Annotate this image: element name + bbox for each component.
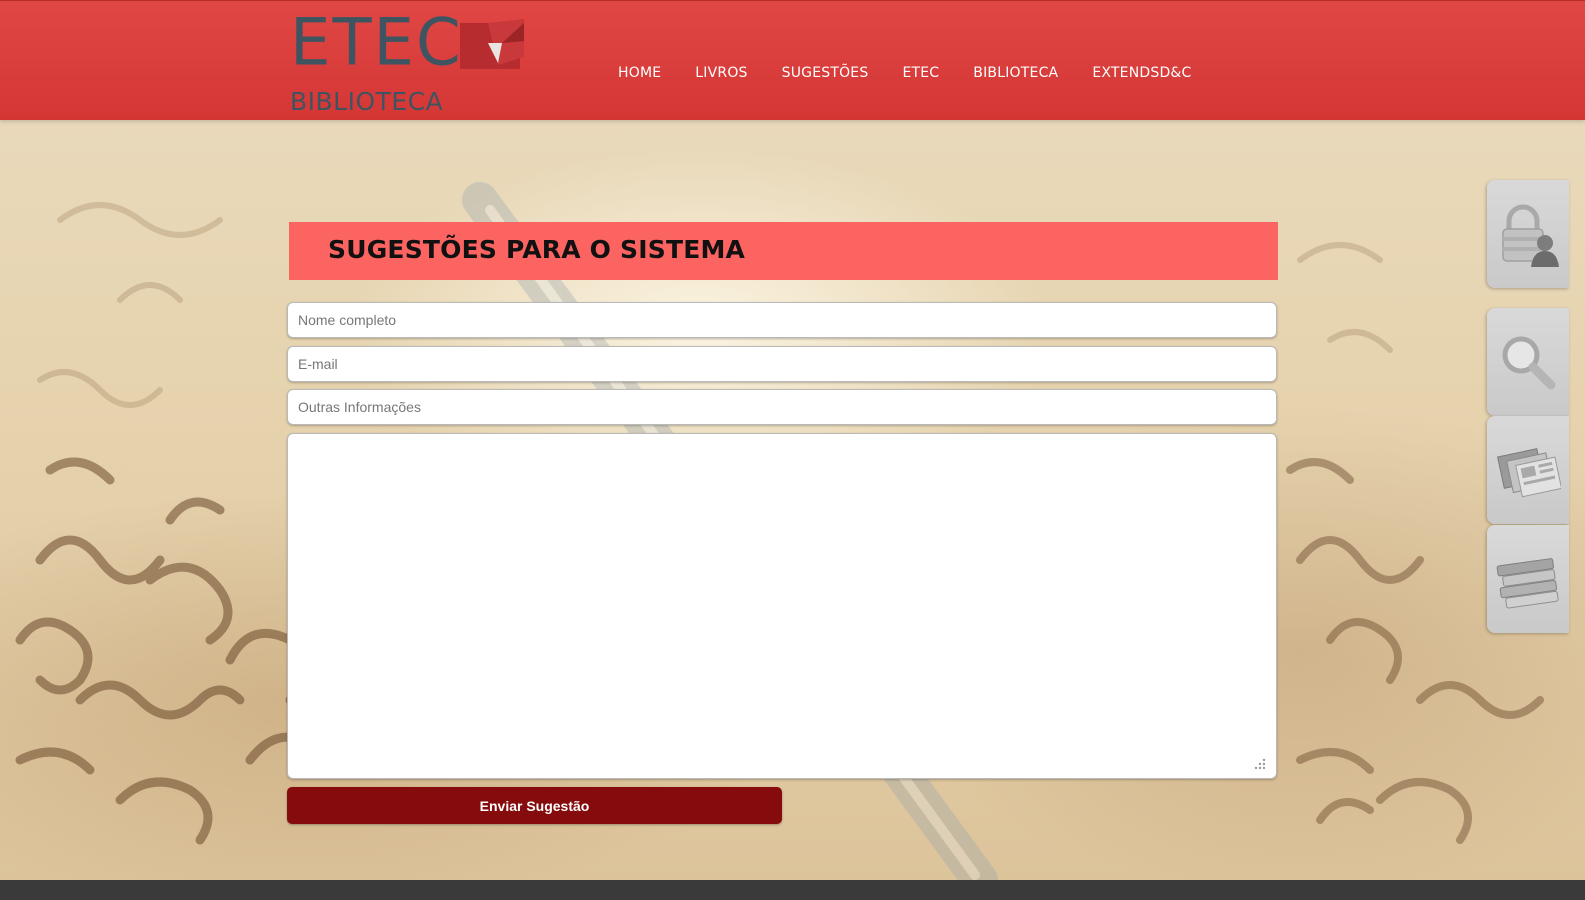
logo-title: ETEC	[290, 5, 463, 81]
search-icon	[1502, 336, 1556, 390]
main-nav: HOME LIVROS SUGESTÕES ETEC BIBLIOTECA EX…	[618, 63, 1226, 83]
logo-book-icon	[460, 19, 524, 69]
site-header: ETEC BIBLIOTECA HOME LIVROS SUGESTÕES ET…	[0, 0, 1585, 120]
sidebar-button-login[interactable]	[1487, 180, 1569, 288]
nav-item-livros[interactable]: LIVROS	[695, 63, 747, 83]
nav-item-sugestoes[interactable]: SUGESTÕES	[782, 63, 869, 83]
email-field[interactable]	[287, 346, 1277, 382]
sidebar-button-search[interactable]	[1487, 308, 1569, 416]
newspapers-icon	[1497, 448, 1561, 498]
message-textarea[interactable]	[287, 433, 1277, 779]
other-info-field[interactable]	[287, 389, 1277, 425]
logo[interactable]: ETEC BIBLIOTECA	[290, 5, 530, 117]
lock-user-icon	[1502, 204, 1559, 267]
name-field[interactable]	[287, 302, 1277, 338]
sidebar-button-books[interactable]	[1487, 525, 1569, 633]
resize-grip-icon[interactable]	[1253, 757, 1267, 771]
sidebar-button-news[interactable]	[1487, 416, 1569, 524]
page-title: SUGESTÕES PARA O SISTEMA	[328, 235, 746, 264]
footer-bar	[0, 880, 1585, 900]
page-title-bar: SUGESTÕES PARA O SISTEMA	[289, 222, 1278, 280]
nav-item-extendsdc[interactable]: EXTENDSD&C	[1092, 63, 1191, 83]
nav-item-biblioteca[interactable]: BIBLIOTECA	[973, 63, 1058, 83]
submit-button[interactable]: Enviar Sugestão	[287, 787, 782, 824]
books-icon	[1496, 558, 1559, 609]
logo-subtitle: BIBLIOTECA	[290, 87, 444, 116]
nav-item-etec[interactable]: ETEC	[902, 63, 939, 83]
nav-item-home[interactable]: HOME	[618, 63, 661, 83]
